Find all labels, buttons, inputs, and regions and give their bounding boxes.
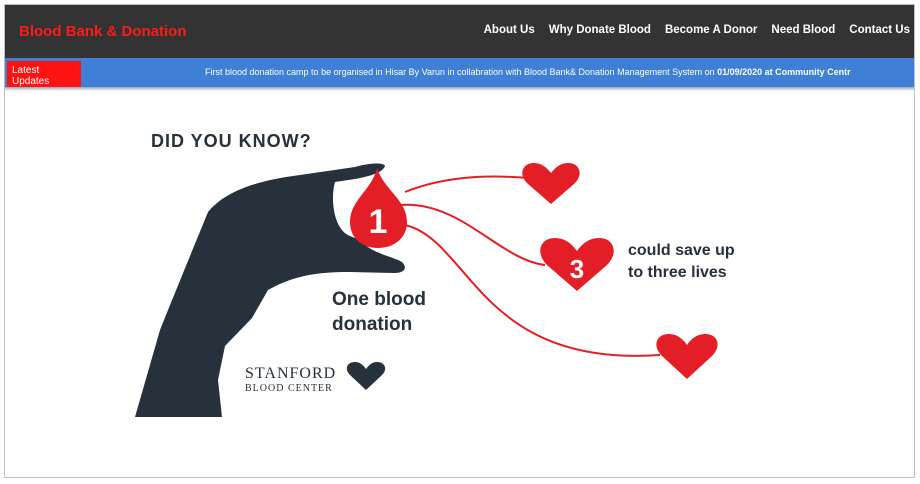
red-lines — [399, 175, 661, 357]
stanford-heart-logo-icon — [346, 362, 386, 390]
logo-line1: STANFORD — [245, 365, 337, 382]
save-lives-caption: could save up to three lives — [628, 240, 735, 284]
one-donation-caption: One blood donation — [332, 287, 426, 337]
stanford-blood-center-logo: STANFORD BLOOD CENTER — [245, 365, 336, 394]
heart-top-icon — [522, 163, 580, 204]
caption-right-line1: could save up — [628, 242, 735, 259]
caption-right-line2: to three lives — [628, 264, 727, 281]
drop-number: 1 — [369, 203, 388, 241]
caption-left-line2: donation — [332, 314, 413, 335]
heart-bottom-icon — [656, 334, 718, 379]
heart-number: 3 — [570, 254, 584, 284]
logo-line2: BLOOD CENTER — [245, 383, 333, 394]
infographic-art: 1 3 — [135, 163, 718, 417]
caption-left-line1: One blood — [332, 289, 426, 310]
did-you-know-infographic: 1 3 DID YOU KNOW? One blood donation cou… — [0, 0, 920, 484]
did-you-know-heading: DID YOU KNOW? — [151, 131, 312, 151]
